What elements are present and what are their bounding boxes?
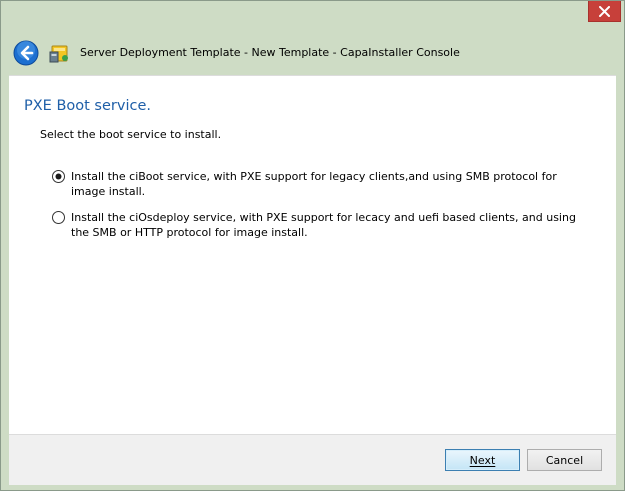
back-button[interactable] (13, 40, 39, 66)
close-button[interactable] (588, 1, 621, 22)
wizard-content: PXE Boot service. Select the boot servic… (9, 75, 616, 434)
radio-ciosdeploy[interactable] (52, 211, 65, 224)
wizard-footer: Next Cancel (9, 434, 616, 485)
option-ciboot-label: Install the ciBoot service, with PXE sup… (71, 170, 557, 198)
wizard-header: Server Deployment Template - New Templat… (9, 31, 616, 75)
option-ciboot[interactable]: Install the ciBoot service, with PXE sup… (52, 169, 582, 201)
cancel-button[interactable]: Cancel (527, 449, 602, 471)
close-icon (599, 5, 610, 17)
wizard-window: Server Deployment Template - New Templat… (0, 0, 625, 491)
option-ciosdeploy-label: Install the ciOsdeploy service, with PXE… (71, 211, 576, 239)
window-title: Server Deployment Template - New Templat… (80, 46, 460, 59)
page-heading: PXE Boot service. (24, 98, 151, 114)
next-button-label: Next (469, 453, 496, 467)
cancel-button-label: Cancel (545, 453, 584, 467)
next-button[interactable]: Next (445, 449, 520, 471)
capainstaller-app-icon (49, 42, 71, 64)
radio-ciboot[interactable] (52, 170, 65, 183)
back-arrow-icon (13, 40, 39, 66)
instruction-text: Select the boot service to install. (40, 128, 222, 141)
option-ciosdeploy[interactable]: Install the ciOsdeploy service, with PXE… (52, 210, 582, 242)
